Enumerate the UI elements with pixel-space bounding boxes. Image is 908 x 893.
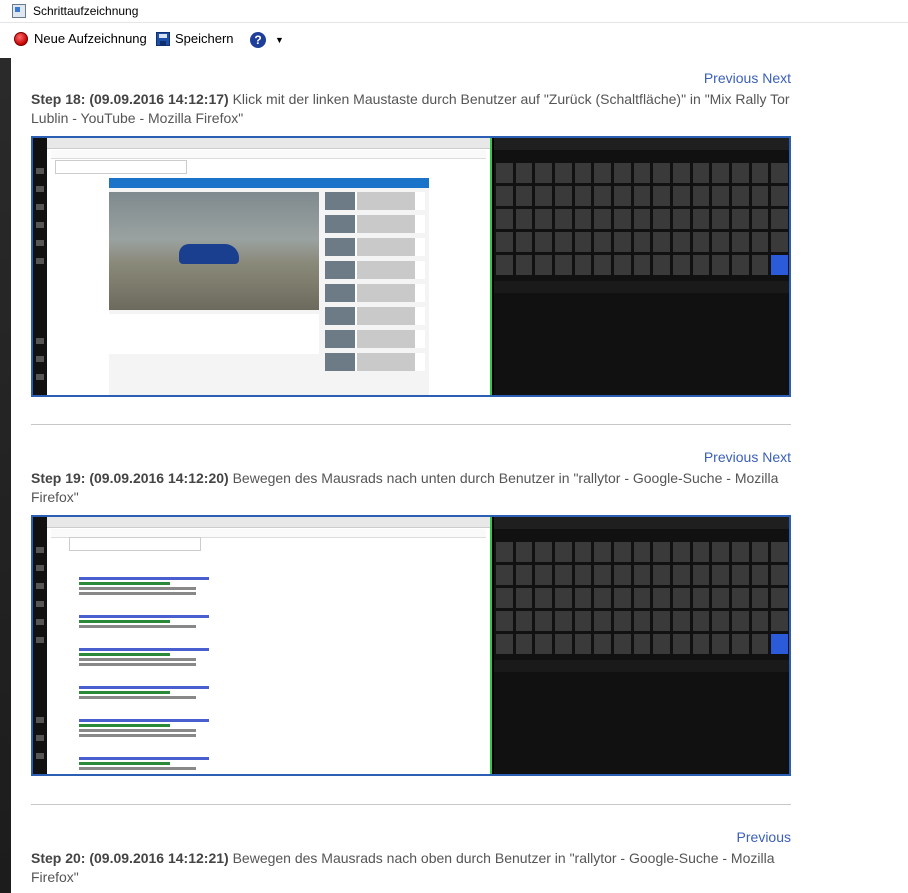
background-window-edge bbox=[0, 58, 11, 893]
previous-link[interactable]: Previous bbox=[704, 70, 758, 86]
save-label: Speichern bbox=[175, 31, 234, 46]
step-screenshot[interactable] bbox=[31, 136, 791, 397]
taskbar bbox=[33, 517, 47, 774]
search-dropdown bbox=[69, 537, 201, 551]
new-recording-label: Neue Aufzeichnung bbox=[34, 31, 147, 46]
step-18: Previous Next Step 18: (09.09.2016 14:12… bbox=[31, 70, 791, 397]
previous-link[interactable]: Previous bbox=[737, 829, 791, 845]
browser-window bbox=[47, 138, 492, 395]
next-link[interactable]: Next bbox=[762, 449, 791, 465]
chevron-down-icon: ▼ bbox=[275, 35, 284, 45]
search-dropdown bbox=[55, 160, 187, 174]
help-icon: ? bbox=[250, 32, 266, 48]
step-description: Step 18: (09.09.2016 14:12:17) Klick mit… bbox=[31, 90, 791, 128]
step-20: Previous Step 20: (09.09.2016 14:12:21) … bbox=[31, 829, 791, 887]
help-button[interactable]: ? bbox=[250, 32, 266, 48]
new-recording-button[interactable]: Neue Aufzeichnung bbox=[14, 31, 147, 46]
toolbar: Neue Aufzeichnung Speichern ? ▼ bbox=[0, 27, 908, 55]
save-button[interactable]: Speichern bbox=[156, 31, 234, 46]
step-description: Step 19: (09.09.2016 14:12:20) Bewegen d… bbox=[31, 469, 791, 507]
step-19: Previous Next Step 19: (09.09.2016 14:12… bbox=[31, 449, 791, 776]
divider bbox=[31, 424, 791, 425]
app-icon bbox=[12, 4, 26, 18]
step-header: Step 18: (09.09.2016 14:12:17) bbox=[31, 91, 229, 107]
step-nav: Previous Next bbox=[31, 70, 791, 86]
step-screenshot[interactable] bbox=[31, 515, 791, 776]
next-link[interactable]: Next bbox=[762, 70, 791, 86]
divider bbox=[31, 804, 791, 805]
previous-link[interactable]: Previous bbox=[704, 449, 758, 465]
youtube-page bbox=[109, 178, 429, 395]
title-bar: Schrittaufzeichnung bbox=[0, 0, 908, 23]
floppy-disk-icon bbox=[156, 31, 170, 46]
browser-window bbox=[47, 517, 492, 774]
step-header: Step 19: (09.09.2016 14:12:20) bbox=[31, 470, 229, 486]
step-nav: Previous bbox=[31, 829, 791, 845]
video-thumbnail bbox=[109, 192, 319, 310]
window-title: Schrittaufzeichnung bbox=[33, 4, 139, 18]
on-screen-keyboard bbox=[494, 138, 789, 395]
record-icon bbox=[14, 31, 28, 46]
on-screen-keyboard bbox=[494, 517, 789, 774]
step-header: Step 20: (09.09.2016 14:12:21) bbox=[31, 850, 229, 866]
help-dropdown-button[interactable]: ▼ bbox=[275, 35, 284, 45]
step-nav: Previous Next bbox=[31, 449, 791, 465]
search-results bbox=[79, 577, 209, 774]
step-description: Step 20: (09.09.2016 14:12:21) Bewegen d… bbox=[31, 849, 791, 887]
taskbar bbox=[33, 138, 47, 395]
